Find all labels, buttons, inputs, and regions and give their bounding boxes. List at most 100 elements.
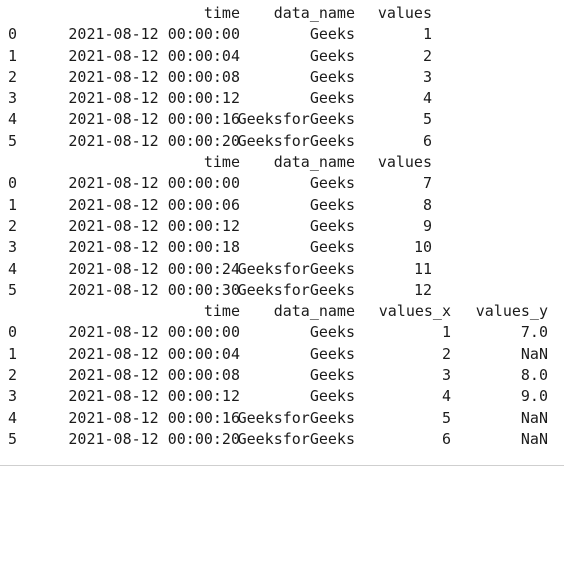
row-index: 2	[8, 216, 18, 235]
values-cell: 3	[422, 67, 432, 86]
table-row: 3 2021-08-12 00:00:18 Geeks 10	[0, 237, 564, 258]
values-cell: 4	[422, 89, 432, 108]
row-index: 5	[8, 131, 18, 150]
row-index: 1	[8, 344, 18, 363]
time-cell: 2021-08-12 00:00:24	[68, 259, 240, 278]
table-row: 1 2021-08-12 00:00:04 Geeks 2 NaN	[0, 344, 564, 365]
values-cell: 8	[422, 195, 432, 214]
data-name-cell: Geeks	[309, 323, 355, 342]
table-row: 1 2021-08-12 00:00:06 Geeks 8	[0, 195, 564, 216]
column-header-values: values	[377, 4, 432, 22]
values-y-cell: 9.0	[520, 387, 548, 406]
data-name-cell: GeeksforGeeks	[237, 131, 355, 150]
values-x-cell: 2	[441, 344, 451, 363]
data-name-cell: GeeksforGeeks	[237, 280, 355, 299]
data-name-cell: Geeks	[309, 67, 355, 86]
time-cell: 2021-08-12 00:00:00	[68, 25, 240, 44]
data-name-cell: Geeks	[309, 195, 355, 214]
row-index: 4	[8, 259, 18, 278]
column-header-data-name: data_name	[273, 302, 355, 321]
values-y-cell: NaN	[520, 344, 548, 363]
data-name-cell: GeeksforGeeks	[237, 259, 355, 278]
row-index: 1	[8, 46, 18, 65]
time-cell: 2021-08-12 00:00:00	[68, 323, 240, 342]
column-header-time: time	[203, 153, 240, 172]
table-row: 0 2021-08-12 00:00:00 Geeks 1 7.0	[0, 322, 564, 343]
time-cell: 2021-08-12 00:00:04	[68, 46, 240, 65]
column-header-data-name: data_name	[273, 153, 355, 172]
time-cell: 2021-08-12 00:00:00	[68, 174, 240, 193]
values-cell: 6	[422, 131, 432, 150]
bottom-divider	[0, 465, 564, 466]
row-index: 2	[8, 67, 18, 86]
data-name-cell: Geeks	[309, 25, 355, 44]
time-cell: 2021-08-12 00:00:20	[68, 429, 240, 448]
values-x-cell: 5	[441, 408, 451, 427]
row-index: 5	[8, 429, 18, 448]
row-index: 5	[8, 280, 18, 299]
values-y-cell: 7.0	[520, 323, 548, 342]
time-cell: 2021-08-12 00:00:08	[68, 366, 240, 385]
table-row: 4 2021-08-12 00:00:16 GeeksforGeeks 5 Na…	[0, 408, 564, 429]
time-cell: 2021-08-12 00:00:16	[68, 110, 240, 129]
column-header-time: time	[203, 4, 240, 22]
row-index: 0	[8, 174, 18, 193]
time-cell: 2021-08-12 00:00:12	[68, 89, 240, 108]
time-cell: 2021-08-12 00:00:16	[68, 408, 240, 427]
table-row: 2 2021-08-12 00:00:08 Geeks 3 8.0	[0, 365, 564, 386]
column-header-data-name: data_name	[273, 4, 355, 22]
row-index: 3	[8, 238, 18, 257]
time-cell: 2021-08-12 00:00:18	[68, 238, 240, 257]
values-x-cell: 1	[441, 323, 451, 342]
values-cell: 5	[422, 110, 432, 129]
data-name-cell: GeeksforGeeks	[237, 408, 355, 427]
values-cell: 2	[422, 46, 432, 65]
table-row: 3 2021-08-12 00:00:12 Geeks 4 9.0	[0, 386, 564, 407]
row-index: 0	[8, 25, 18, 44]
row-index: 4	[8, 408, 18, 427]
values-cell: 7	[422, 174, 432, 193]
data-name-cell: Geeks	[309, 89, 355, 108]
row-index: 0	[8, 323, 18, 342]
values-cell: 9	[422, 216, 432, 235]
time-cell: 2021-08-12 00:00:12	[68, 387, 240, 406]
row-index: 4	[8, 110, 18, 129]
values-x-cell: 3	[441, 366, 451, 385]
values-x-cell: 6	[441, 429, 451, 448]
values-y-cell: 8.0	[520, 366, 548, 385]
values-cell: 10	[413, 238, 432, 257]
table-row: 4 2021-08-12 00:00:16 GeeksforGeeks 5	[0, 109, 564, 130]
data-name-cell: Geeks	[309, 366, 355, 385]
time-cell: 2021-08-12 00:00:06	[68, 195, 240, 214]
values-x-cell: 4	[441, 387, 451, 406]
data-name-cell: Geeks	[309, 216, 355, 235]
table3-header-row: time data_name values_x values_y	[0, 301, 564, 322]
time-cell: 2021-08-12 00:00:08	[68, 67, 240, 86]
table-row: 2 2021-08-12 00:00:12 Geeks 9	[0, 216, 564, 237]
row-index: 3	[8, 89, 18, 108]
table-row: 4 2021-08-12 00:00:24 GeeksforGeeks 11	[0, 259, 564, 280]
table-row: 5 2021-08-12 00:00:30 GeeksforGeeks 12	[0, 280, 564, 301]
column-header-time: time	[203, 302, 240, 321]
data-name-cell: Geeks	[309, 174, 355, 193]
table-row: 0 2021-08-12 00:00:00 Geeks 7	[0, 173, 564, 194]
values-cell: 12	[413, 280, 432, 299]
table-row: 3 2021-08-12 00:00:12 Geeks 4	[0, 88, 564, 109]
table2-header-row: time data_name values	[0, 152, 564, 173]
row-index: 1	[8, 195, 18, 214]
data-name-cell: Geeks	[309, 387, 355, 406]
table-row: 5 2021-08-12 00:00:20 GeeksforGeeks 6 Na…	[0, 429, 564, 450]
values-y-cell: NaN	[520, 408, 548, 427]
time-cell: 2021-08-12 00:00:20	[68, 131, 240, 150]
values-y-cell: NaN	[520, 429, 548, 448]
data-name-cell: GeeksforGeeks	[237, 429, 355, 448]
data-name-cell: Geeks	[309, 238, 355, 257]
console-output: time data_name values 0 2021-08-12 00:00…	[0, 3, 564, 450]
column-header-values: values	[377, 153, 432, 172]
column-header-values-x: values_x	[378, 302, 451, 321]
row-index: 2	[8, 366, 18, 385]
data-name-cell: Geeks	[309, 344, 355, 363]
row-index: 3	[8, 387, 18, 406]
table-row: 2 2021-08-12 00:00:08 Geeks 3	[0, 67, 564, 88]
column-header-values-y: values_y	[475, 302, 548, 321]
